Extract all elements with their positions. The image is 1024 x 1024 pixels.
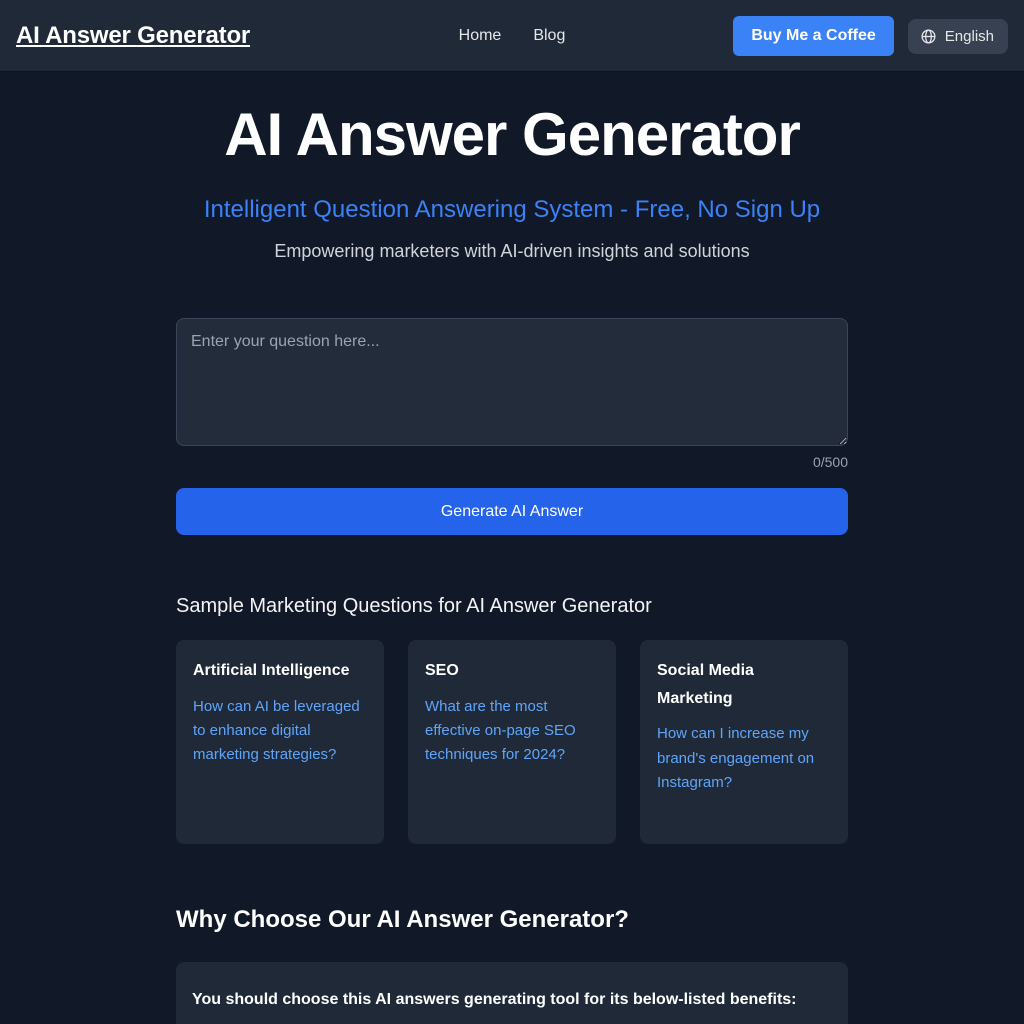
question-input[interactable]: [176, 318, 848, 447]
sample-card-question: How can AI be leveraged to enhance digit…: [193, 697, 360, 764]
why-choose-card: You should choose this AI answers genera…: [176, 962, 848, 1024]
hero-subtitle: Intelligent Question Answering System - …: [203, 196, 821, 223]
sample-card-question: What are the most effective on-page SEO …: [425, 697, 576, 764]
sample-questions-heading: Sample Marketing Questions for AI Answer…: [176, 595, 652, 618]
sample-question-card[interactable]: SEO What are the most effective on-page …: [408, 640, 616, 845]
page-title: AI Answer Generator: [224, 101, 801, 168]
site-header: AI Answer Generator Home Blog Buy Me a C…: [0, 0, 1024, 72]
why-choose-heading: Why Choose Our AI Answer Generator?: [176, 906, 629, 934]
sample-questions-grid: Artificial Intelligence How can AI be le…: [176, 640, 848, 845]
hero-tagline: Empowering marketers with AI-driven insi…: [274, 240, 750, 261]
nav-link-home[interactable]: Home: [459, 27, 502, 45]
brand-logo[interactable]: AI Answer Generator: [16, 22, 250, 50]
question-form: 0/500 Generate AI Answer: [176, 318, 848, 536]
globe-icon: [920, 28, 937, 45]
sample-questions-section: Sample Marketing Questions for AI Answer…: [176, 594, 848, 845]
page-main: AI Answer Generator Intelligent Question…: [0, 72, 1024, 1024]
language-label: English: [944, 27, 994, 45]
generate-answer-button[interactable]: Generate AI Answer: [176, 488, 848, 536]
nav-link-blog[interactable]: Blog: [533, 27, 565, 45]
header-actions: Buy Me a Coffee English: [733, 16, 1008, 56]
why-choose-section: Why Choose Our AI Answer Generator? You …: [176, 906, 848, 1024]
sample-card-title: SEO: [425, 662, 459, 680]
sample-question-card[interactable]: Social Media Marketing How can I increas…: [640, 640, 848, 845]
main-nav: Home Blog: [459, 27, 566, 45]
character-counter: 0/500: [812, 454, 848, 471]
sample-card-title: Social Media Marketing: [657, 662, 754, 707]
sample-card-question: How can I increase my brand's engagement…: [657, 725, 815, 791]
language-selector-button[interactable]: English: [907, 18, 1008, 54]
buy-me-a-coffee-button[interactable]: Buy Me a Coffee: [733, 16, 894, 56]
why-choose-lead: You should choose this AI answers genera…: [192, 991, 797, 1009]
content-container: AI Answer Generator Intelligent Question…: [176, 72, 848, 1024]
sample-question-card[interactable]: Artificial Intelligence How can AI be le…: [176, 640, 384, 845]
hero-section: AI Answer Generator Intelligent Question…: [176, 72, 848, 262]
sample-card-title: Artificial Intelligence: [193, 662, 350, 680]
